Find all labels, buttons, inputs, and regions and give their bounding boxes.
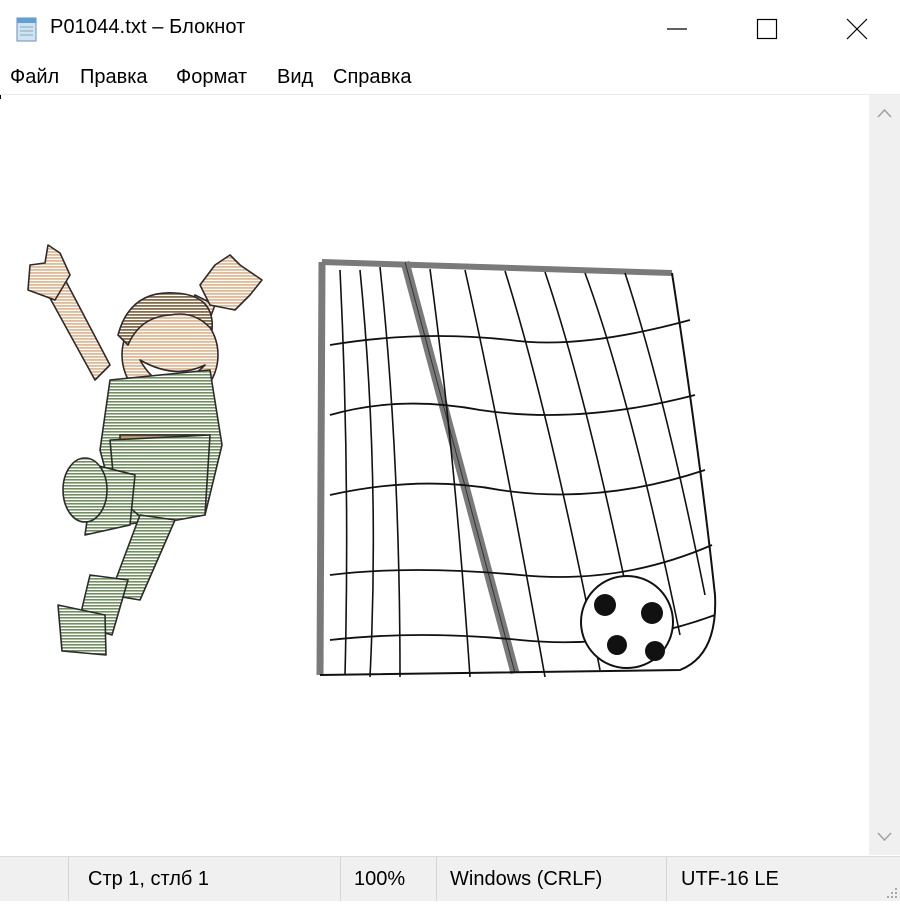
title-bar[interactable]: P01044.txt – Блокнот — [0, 0, 900, 58]
goal-net — [316, 259, 717, 678]
minimize-button[interactable] — [632, 0, 722, 58]
status-divider — [340, 857, 341, 901]
status-line-endings: Windows (CRLF) — [450, 868, 603, 890]
chevron-down-icon — [877, 832, 892, 842]
status-bar: Стр 1, стлб 1 100% Windows (CRLF) UTF-16… — [0, 856, 900, 901]
minimize-icon — [667, 28, 687, 30]
text-editor[interactable] — [0, 95, 868, 855]
player-figure — [27, 244, 263, 656]
close-button[interactable] — [812, 0, 900, 58]
status-encoding: UTF-16 LE — [681, 868, 779, 890]
menu-view[interactable]: Вид — [277, 66, 313, 89]
window-title: P01044.txt – Блокнот — [50, 16, 246, 38]
maximize-icon — [756, 18, 778, 40]
scroll-up-button[interactable] — [869, 95, 900, 131]
status-divider — [436, 857, 437, 901]
menu-file[interactable]: Файл — [10, 66, 59, 89]
vertical-scrollbar[interactable] — [869, 95, 900, 855]
menu-help[interactable]: Справка — [333, 66, 411, 89]
menu-format[interactable]: Формат — [176, 66, 247, 89]
maximize-button[interactable] — [722, 0, 812, 58]
scroll-down-button[interactable] — [869, 819, 900, 855]
menu-edit[interactable]: Правка — [80, 66, 148, 89]
ascii-art-soccer-player-and-goal — [27, 244, 717, 678]
status-cursor-position: Стр 1, стлб 1 — [88, 868, 210, 890]
notepad-icon — [14, 15, 40, 43]
status-zoom: 100% — [354, 868, 406, 890]
status-divider — [68, 857, 69, 901]
close-icon — [846, 18, 868, 40]
menu-bar: Файл Правка Формат Вид Справка — [0, 58, 900, 95]
status-divider — [666, 857, 667, 901]
chevron-up-icon — [877, 108, 892, 118]
resize-grip-icon[interactable] — [884, 885, 898, 899]
